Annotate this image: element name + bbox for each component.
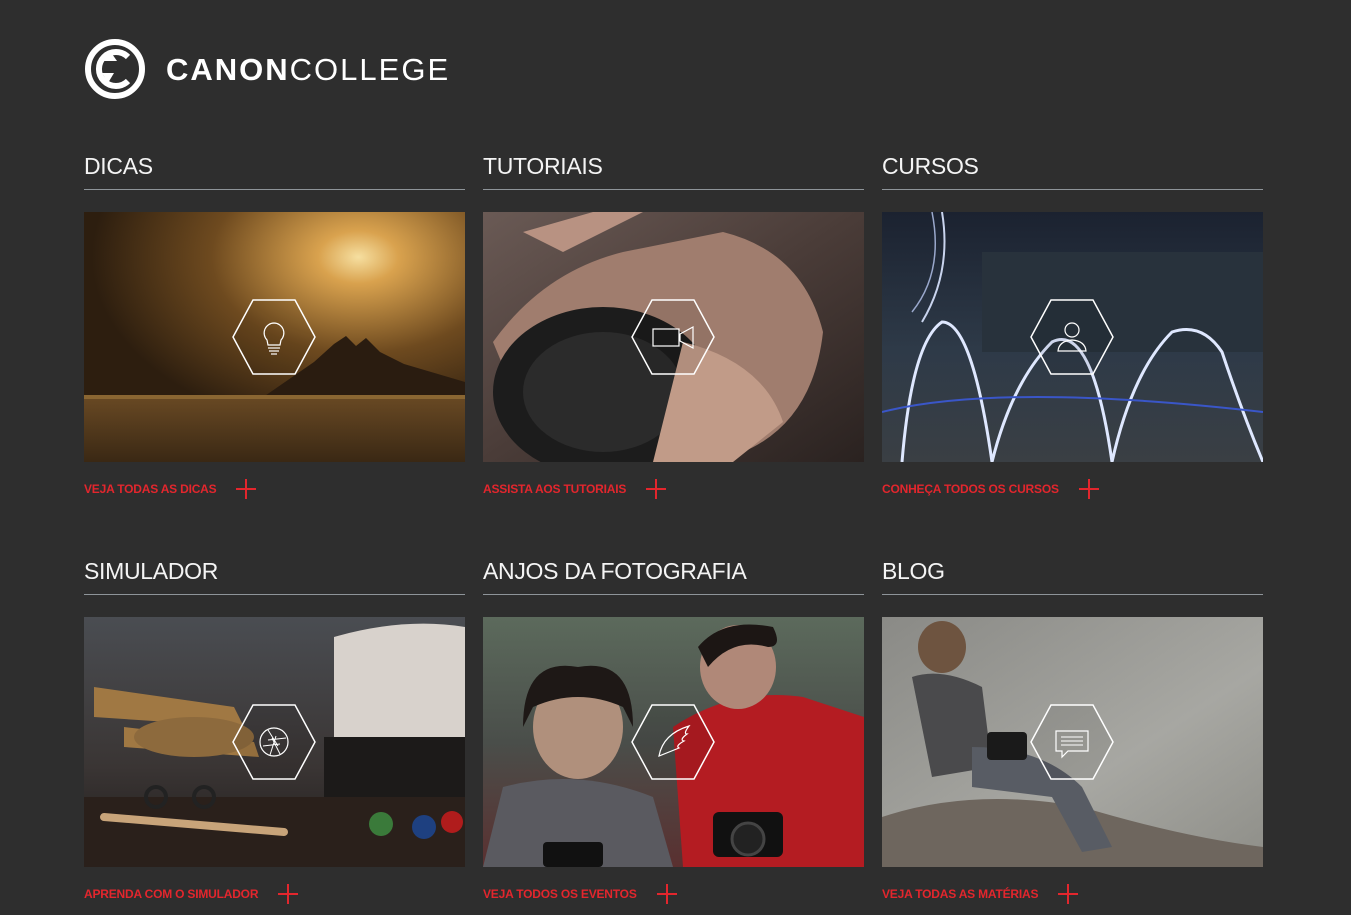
lightbulb-icon (232, 299, 316, 375)
logo-wordmark: CANONCOLLEGE (166, 54, 450, 85)
cta-label: VEJA TODAS AS MATÉRIAS (882, 887, 1039, 901)
cta-tutoriais-link[interactable]: ASSISTA AOS TUTORIAIS (483, 479, 864, 499)
wing-icon (631, 704, 715, 780)
cta-label: VEJA TODOS OS EVENTOS (483, 887, 637, 901)
section-title: SIMULADOR (84, 557, 465, 595)
tutoriais-thumbnail[interactable] (483, 212, 864, 462)
dicas-thumbnail[interactable] (84, 212, 465, 462)
section-title: DICAS (84, 152, 465, 190)
plus-icon (646, 479, 667, 499)
page: CANONCOLLEGE DICAS VEJA TODAS AS DICAS T… (0, 0, 1351, 915)
plus-icon (278, 884, 299, 904)
section-blog: BLOG VEJA TODAS AS MATÉRIAS (882, 557, 1263, 904)
section-simulador: SIMULADOR APRENDA COM O SIMULADOR (84, 557, 465, 904)
logo-wordmark-light: COLLEGE (289, 51, 451, 87)
canon-college-logo-mark (85, 39, 145, 99)
cta-simulador-link[interactable]: APRENDA COM O SIMULADOR (84, 884, 465, 904)
cursos-thumbnail[interactable] (882, 212, 1263, 462)
section-anjos-da-fotografia: ANJOS DA FOTOGRAFIA VEJA TODOS OS EVENTO… (483, 557, 864, 904)
section-title: BLOG (882, 557, 1263, 595)
video-camera-icon (631, 299, 715, 375)
section-cursos: CURSOS CONHEÇA TODOS OS CURSOS (882, 152, 1263, 499)
section-title: TUTORIAIS (483, 152, 864, 190)
cta-cursos-link[interactable]: CONHEÇA TODOS OS CURSOS (882, 479, 1263, 499)
cta-blog-link[interactable]: VEJA TODAS AS MATÉRIAS (882, 884, 1263, 904)
logo-wordmark-bold: CANON (166, 51, 290, 87)
cta-label: ASSISTA AOS TUTORIAIS (483, 482, 627, 496)
plus-icon (1058, 884, 1079, 904)
aperture-icon (232, 704, 316, 780)
chat-bubble-icon (1030, 704, 1114, 780)
plus-icon (656, 884, 677, 904)
plus-icon (236, 479, 257, 499)
anjos-thumbnail[interactable] (483, 617, 864, 867)
cta-label: VEJA TODAS AS DICAS (84, 482, 217, 496)
cta-dicas-link[interactable]: VEJA TODAS AS DICAS (84, 479, 465, 499)
section-title: ANJOS DA FOTOGRAFIA (483, 557, 864, 595)
section-dicas: DICAS VEJA TODAS AS DICAS (84, 152, 465, 499)
section-title: CURSOS (882, 152, 1263, 190)
canon-college-logo[interactable]: CANONCOLLEGE (84, 37, 450, 101)
plus-icon (1078, 479, 1099, 499)
cta-label: CONHEÇA TODOS OS CURSOS (882, 482, 1059, 496)
user-icon (1030, 299, 1114, 375)
cta-anjos-link[interactable]: VEJA TODOS OS EVENTOS (483, 884, 864, 904)
section-tutoriais: TUTORIAIS ASSISTA AOS TUTORIAIS (483, 152, 864, 499)
cta-label: APRENDA COM O SIMULADOR (84, 887, 259, 901)
simulador-thumbnail[interactable] (84, 617, 465, 867)
blog-thumbnail[interactable] (882, 617, 1263, 867)
